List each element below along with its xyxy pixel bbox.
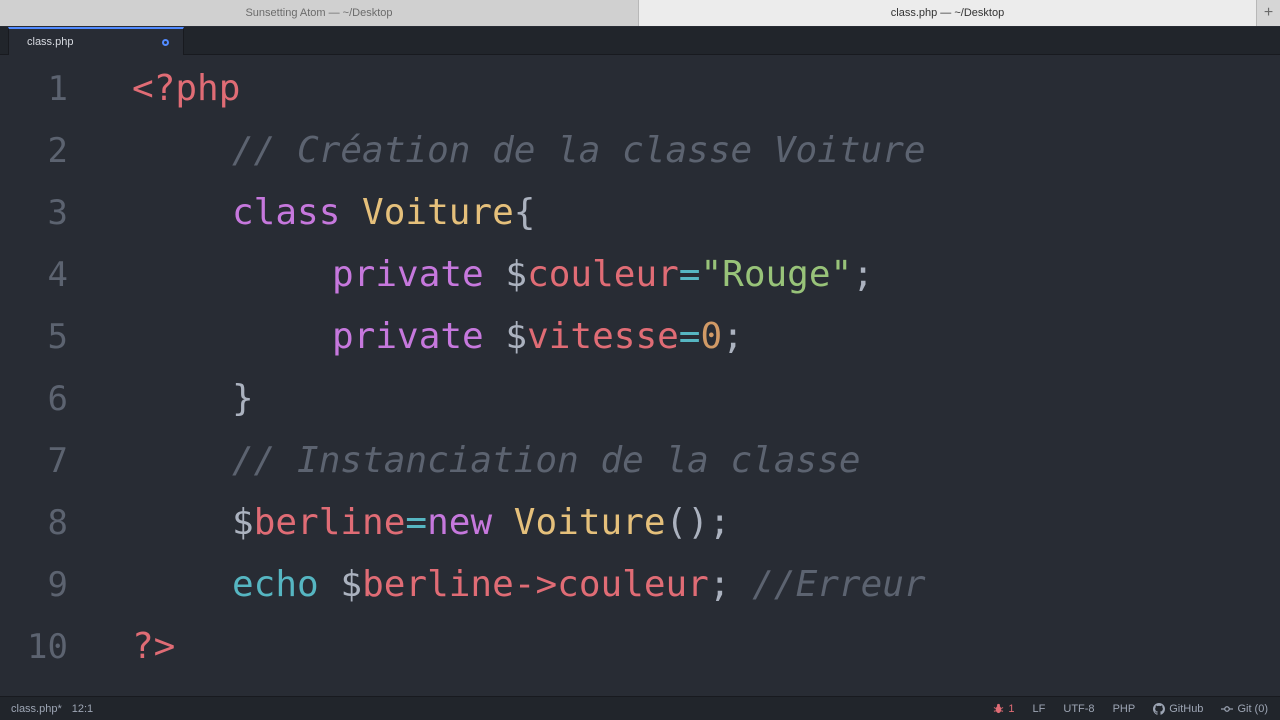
window-tab-bar: Sunsetting Atom — ~/Desktop class.php — … [0,0,1280,26]
code-token: = [678,254,701,295]
code-token: "Rouge" [700,254,853,295]
code-token: ; [708,564,753,605]
line-number: 1 [47,69,68,109]
code-token: couleur [527,254,679,295]
code-line[interactable]: 10 ?> [0,617,1280,677]
git-label: Git (0) [1237,702,1268,715]
status-file-name[interactable]: class.php* [11,703,62,715]
status-issues[interactable]: 1 [993,702,1015,715]
git-commit-icon [1221,705,1234,712]
code-line[interactable]: 6} [0,369,1280,429]
code-token: (); [665,502,731,543]
code-content: class Voiture{ [232,183,535,243]
plus-icon[interactable]: + [1256,0,1280,26]
code-token: private [332,316,506,357]
bug-icon [994,703,1004,714]
code-token: $ [505,316,528,357]
code-editor[interactable]: 1 <?php 2 // Création de la classe Voiture 3… [0,56,1280,696]
line-number: 2 [47,131,68,171]
code-token: // Création de la classe Voiture [232,130,926,171]
code-token: Voiture [362,192,514,233]
status-bar: class.php* 12:1 1 LF UTF-8 PHP GitHub Gi… [0,696,1280,720]
code-token: -> [513,564,558,605]
code-token: { [513,192,536,233]
code-token: <?php [132,68,241,109]
code-line[interactable]: 3 class Voiture{ [0,183,1280,243]
line-number: 8 [47,503,68,543]
issues-count: 1 [1008,702,1015,715]
code-token: class [232,192,363,233]
code-token: = [678,316,701,357]
code-token: ; [852,254,874,295]
code-content: echo $berline->couleur; //Erreur [232,555,926,615]
line-number: 9 [47,565,68,605]
code-line[interactable]: 2 // Création de la classe Voiture [0,121,1280,181]
code-content: // Instanciation de la classe [232,431,861,491]
code-token: } [232,378,254,419]
code-token: // Instanciation de la classe [232,440,861,481]
code-content: <?php [132,59,240,119]
code-content: } [232,369,254,429]
modified-dot-icon[interactable] [162,39,169,46]
line-number: 5 [47,317,68,357]
code-token: = [405,502,428,543]
code-line[interactable]: 5 private $vitesse=0; [0,307,1280,367]
code-line[interactable]: 8 $berline=new Voiture(); [0,493,1280,553]
github-label: GitHub [1169,702,1204,715]
code-token: $ [232,502,254,543]
code-line[interactable]: 7 // Instanciation de la classe [0,431,1280,491]
code-content: // Création de la classe Voiture [232,121,926,181]
code-content: ?> [132,617,175,677]
code-token: ?> [132,626,176,667]
line-number: 10 [27,627,68,667]
code-token: berline [253,502,406,543]
line-number: 3 [47,193,68,233]
code-token: 0 [700,316,723,357]
code-content: private $couleur="Rouge"; [332,245,874,305]
code-token: berline [362,564,514,605]
editor-tab-title: class.php [27,36,74,48]
window-tab-sunsetting-atom[interactable]: Sunsetting Atom — ~/Desktop [0,0,639,26]
code-line[interactable]: 4 private $couleur="Rouge"; [0,245,1280,305]
code-token: vitesse [527,316,679,357]
line-number: 6 [47,379,68,419]
code-token: private [332,254,506,295]
status-grammar[interactable]: PHP [1113,703,1136,715]
code-token: new [427,502,514,543]
window-tab-class-php[interactable]: class.php — ~/Desktop [639,0,1256,26]
line-number: 4 [47,255,68,295]
code-content: $berline=new Voiture(); [232,493,731,553]
github-icon [1153,702,1166,715]
code-token: $ [340,564,363,605]
code-line[interactable]: 1 <?php [0,59,1280,119]
line-number: 7 [47,441,68,481]
code-line[interactable]: 9 echo $berline->couleur; //Erreur [0,555,1280,615]
code-token: Voiture [513,502,666,543]
editor-tab-class-php[interactable]: class.php [8,27,184,55]
code-token: couleur [557,564,709,605]
status-git[interactable]: Git (0) [1221,703,1268,715]
code-content: private $vitesse=0; [332,307,744,367]
status-line-ending[interactable]: LF [1033,703,1046,715]
code-token: $ [505,254,528,295]
status-cursor-position[interactable]: 12:1 [72,703,93,715]
code-token: echo [232,564,341,605]
status-encoding[interactable]: UTF-8 [1063,703,1094,715]
code-token: ; [722,316,744,357]
status-github[interactable]: GitHub [1153,702,1204,715]
code-token: //Erreur [752,564,926,605]
editor-tab-bar: class.php [0,27,1280,55]
